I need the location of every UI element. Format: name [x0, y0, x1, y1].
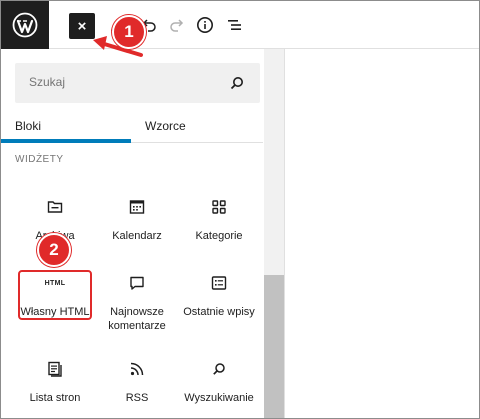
active-tab-indicator	[1, 139, 131, 143]
search-icon	[207, 357, 231, 381]
highlight-box	[18, 270, 92, 320]
redo-icon[interactable]	[165, 13, 189, 37]
block-label: Najnowsze komentarze	[108, 306, 166, 332]
inserter-tabs: Bloki Wzorce	[1, 109, 263, 143]
page-list-icon	[43, 357, 67, 381]
categories-icon	[207, 195, 231, 219]
folder-icon	[43, 195, 67, 219]
scrollbar[interactable]	[264, 49, 284, 418]
block-rss[interactable]: RSS	[97, 357, 177, 418]
scrollbar-thumb[interactable]	[264, 275, 284, 418]
search-placeholder: Szukaj	[29, 75, 66, 89]
block-label: Kategorie	[195, 230, 243, 242]
callout-step-1: 1	[112, 15, 146, 49]
block-label: RSS	[125, 392, 149, 404]
list-view-icon[interactable]	[223, 13, 247, 37]
block-calendar[interactable]: Kalendarz	[97, 195, 177, 267]
search-input[interactable]: Szukaj	[15, 63, 260, 103]
block-label: Ostatnie wpisy	[183, 306, 255, 318]
editor-window: × Szukaj Bloki Wzorce WIDŻETY Kalendarz …	[0, 0, 480, 419]
section-title: WIDŻETY	[15, 154, 64, 165]
block-label: Lista stron	[29, 392, 81, 404]
block-search[interactable]: Wyszukiwanie	[179, 357, 259, 418]
comment-icon	[125, 271, 149, 295]
top-toolbar: ×	[1, 1, 479, 49]
info-icon[interactable]	[193, 13, 217, 37]
callout-step-2: 2	[37, 233, 71, 267]
tab-patterns[interactable]: Wzorce	[145, 109, 186, 143]
tab-blocks[interactable]: Bloki	[15, 109, 41, 143]
search-icon	[228, 74, 246, 92]
block-categories[interactable]: Kategorie	[179, 195, 259, 267]
block-latest-comments[interactable]: Najnowsze komentarze	[97, 271, 177, 343]
block-label: Wyszukiwanie	[184, 392, 254, 404]
close-icon: ×	[77, 17, 87, 35]
post-list-icon	[207, 271, 231, 295]
calendar-icon	[125, 195, 149, 219]
rss-icon	[125, 357, 149, 381]
block-inserter-panel: Szukaj Bloki Wzorce WIDŻETY Archiwa	[1, 49, 285, 418]
wordpress-logo-icon[interactable]	[1, 1, 49, 49]
block-latest-posts[interactable]: Ostatnie wpisy	[179, 271, 259, 343]
block-page-list[interactable]: Lista stron	[15, 357, 95, 418]
block-label: Kalendarz	[112, 230, 162, 242]
